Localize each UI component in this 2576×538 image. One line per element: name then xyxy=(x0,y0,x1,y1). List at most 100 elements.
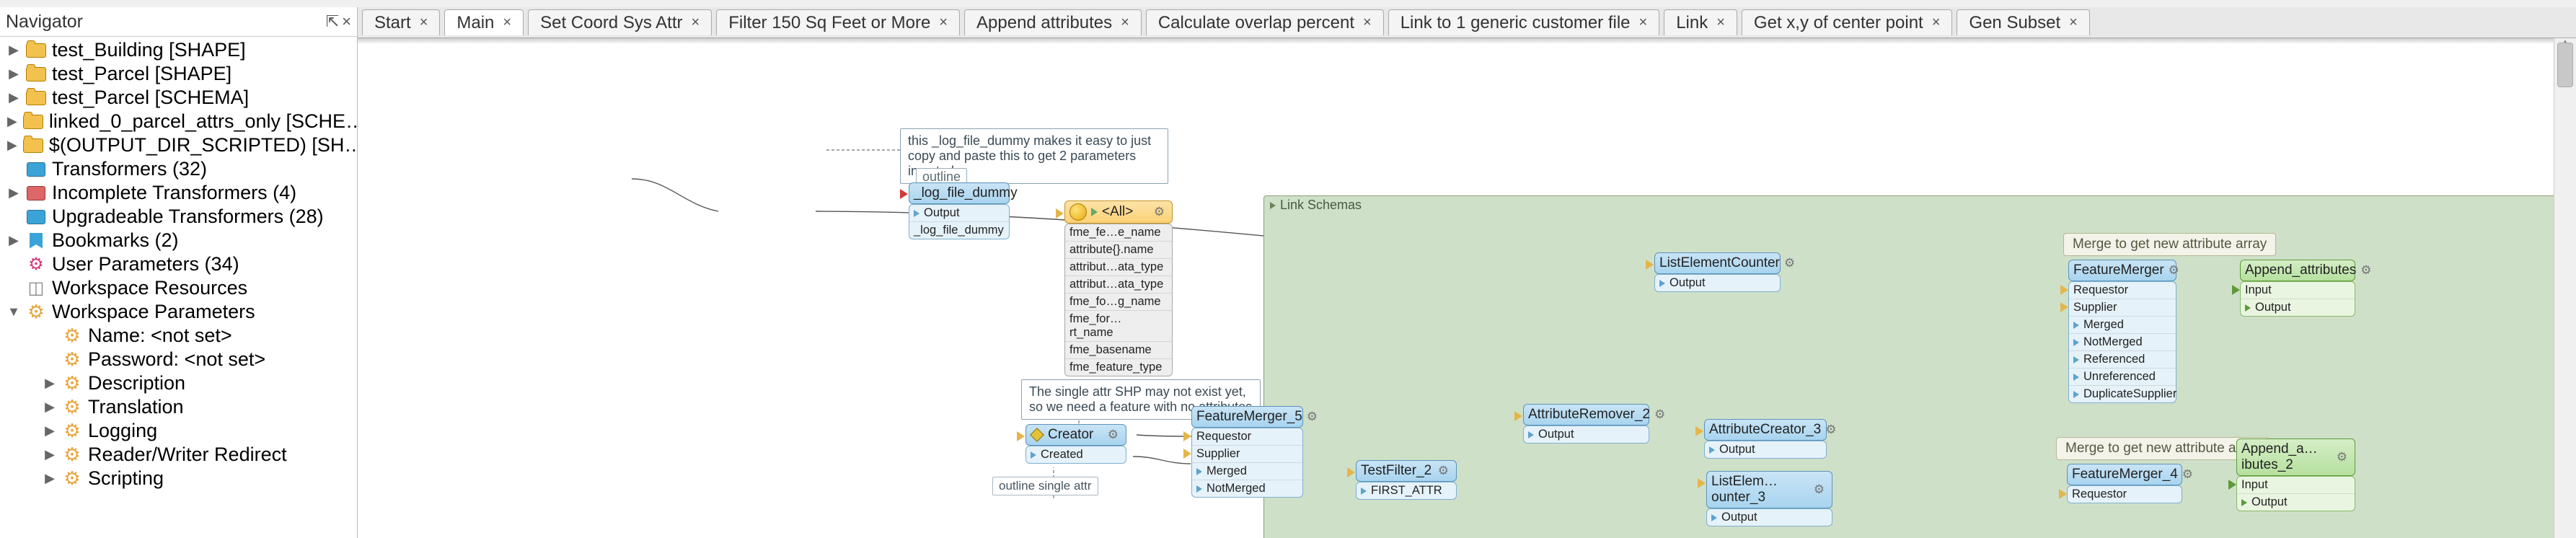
nav-item-ws-resources[interactable]: ▶ ◫ Workspace Resources xyxy=(0,276,357,300)
nav-item-parcel-schema[interactable]: ▶ test_Parcel [SCHEMA] xyxy=(0,86,357,110)
input-port-icon[interactable] xyxy=(1017,431,1025,441)
nav-item-building[interactable]: ▶ test_Building [SHAPE] xyxy=(0,38,357,62)
port-first-attr[interactable]: FIRST_ATTR xyxy=(1357,482,1456,499)
collapse-arrow-icon[interactable]: ▼ xyxy=(7,304,20,319)
expand-arrow-icon[interactable]: ▶ xyxy=(7,90,20,105)
input-port-icon[interactable] xyxy=(1347,467,1355,477)
bookmark-link-schemas[interactable]: Link Schemas xyxy=(1263,195,2558,538)
node-all[interactable]: <All> ⚙ fme_fe…e_name attribute{}.name a… xyxy=(1064,200,1173,376)
input-port-icon[interactable] xyxy=(1514,411,1522,421)
port-notmerged[interactable]: NotMerged xyxy=(2069,334,2176,351)
tab-setcoord[interactable]: Set Coord Sys Attr × xyxy=(528,9,712,35)
tab-append-attrs[interactable]: Append attributes × xyxy=(964,9,1142,35)
port[interactable]: fme_feature_type xyxy=(1065,359,1172,376)
expand-arrow-icon[interactable]: ▶ xyxy=(43,376,56,391)
input-port-icon[interactable] xyxy=(1698,478,1706,488)
vertical-scrollbar[interactable]: ˄ xyxy=(2554,38,2576,538)
port-output[interactable]: Output xyxy=(909,205,1009,222)
nav-item-incomplete-tf[interactable]: ▶ Incomplete Transformers (4) xyxy=(0,181,357,205)
node-feature-merger[interactable]: FeatureMerger ⚙ Requestor Supplier Merge… xyxy=(2068,260,2176,403)
nav-item-ws-logging[interactable]: ▶ ⚙ Logging xyxy=(0,419,357,443)
tab-filter150[interactable]: Filter 150 Sq Feet or More × xyxy=(716,9,960,35)
nav-item-ws-name[interactable]: ▶ ⚙ Name: <not set> xyxy=(0,324,357,348)
port-supplier[interactable]: Supplier xyxy=(1192,446,1302,463)
close-icon[interactable]: × xyxy=(503,14,511,31)
nav-item-upgradeable-tf[interactable]: ▶ Upgradeable Transformers (28) xyxy=(0,205,357,229)
tab-overlap[interactable]: Calculate overlap percent × xyxy=(1146,9,1384,35)
nav-item-bookmarks[interactable]: ▶ Bookmarks (2) xyxy=(0,229,357,252)
nav-item-ws-params[interactable]: ▼ ⚙ Workspace Parameters xyxy=(0,300,357,324)
expand-arrow-icon[interactable]: ▶ xyxy=(7,185,20,200)
node-list-element-counter-3[interactable]: ListElem…ounter_3 ⚙ Output xyxy=(1706,471,1832,526)
node-test-filter-2[interactable]: TestFilter_2 ⚙ FIRST_ATTR xyxy=(1356,460,1457,500)
gear-icon[interactable]: ⚙ xyxy=(2182,467,2193,482)
gear-icon[interactable]: ⚙ xyxy=(1784,256,1795,270)
tab-start[interactable]: Start × xyxy=(362,9,440,35)
expand-arrow-icon[interactable]: ▶ xyxy=(43,447,56,462)
expand-arrow-icon[interactable]: ▶ xyxy=(43,471,56,486)
tab-link-generic[interactable]: Link to 1 generic customer file × xyxy=(1388,9,1660,35)
port-notmerged[interactable]: NotMerged xyxy=(1192,480,1302,497)
nav-item-user-params[interactable]: ▶ ⚙ User Parameters (34) xyxy=(0,252,357,276)
port[interactable]: attribut…ata_type xyxy=(1065,276,1172,294)
port-output[interactable]: Output xyxy=(1524,426,1649,443)
input-port-icon[interactable] xyxy=(900,189,908,199)
port-created[interactable]: Created xyxy=(1026,446,1126,463)
nav-item-ws-desc[interactable]: ▶ ⚙ Description xyxy=(0,371,357,395)
nav-item-ws-scripting[interactable]: ▶ ⚙ Scripting xyxy=(0,467,357,490)
port-unreferenced[interactable]: Unreferenced xyxy=(2069,369,2176,386)
close-icon[interactable]: × xyxy=(1716,14,1725,31)
undock-icon[interactable]: ⇱ xyxy=(326,12,339,31)
close-icon[interactable]: × xyxy=(1363,14,1372,31)
port-input[interactable]: Input xyxy=(2241,282,2355,299)
close-icon[interactable]: × xyxy=(342,12,351,31)
port-merged[interactable]: Merged xyxy=(2069,317,2176,334)
tab-gensubset[interactable]: Gen Subset × xyxy=(1957,9,2089,35)
port-duplicate[interactable]: DuplicateSupplier xyxy=(2069,386,2176,402)
gear-icon[interactable]: ⚙ xyxy=(1825,423,1836,437)
port-requestor[interactable]: Requestor xyxy=(2068,486,2182,503)
navigator-tree[interactable]: ▶ test_Building [SHAPE] ▶ test_Parcel [S… xyxy=(0,37,357,538)
expand-arrow-icon[interactable]: ▶ xyxy=(43,400,56,415)
workflow-canvas[interactable]: this _log_file_dummy makes it easy to ju… xyxy=(358,38,2576,538)
node-log-file-dummy[interactable]: _log_file_dummy Output _log_file_dummy xyxy=(909,182,1010,239)
input-port-icon[interactable] xyxy=(1695,426,1703,436)
port-output[interactable]: Output xyxy=(1705,441,1826,458)
close-icon[interactable]: × xyxy=(2069,14,2078,31)
expand-arrow-icon[interactable]: ▶ xyxy=(7,233,20,248)
close-icon[interactable]: × xyxy=(1121,14,1129,31)
tab-link[interactable]: Link × xyxy=(1664,9,1737,35)
port-merged[interactable]: Merged xyxy=(1192,463,1302,480)
port-output[interactable]: Output xyxy=(1707,509,1832,526)
gear-icon[interactable]: ⚙ xyxy=(2360,263,2371,278)
expand-arrow-icon[interactable]: ▶ xyxy=(7,138,17,153)
annotation-merge-1[interactable]: Merge to get new attribute array xyxy=(2063,233,2276,256)
port[interactable]: attribute{}.name xyxy=(1065,242,1172,259)
node-feature-merger-4[interactable]: FeatureMerger_4 ⚙ Requestor xyxy=(2067,464,2182,503)
port-log-file-dummy[interactable]: _log_file_dummy xyxy=(909,222,1009,239)
port-requestor[interactable]: Requestor xyxy=(1192,428,1302,446)
port[interactable]: fme_basename xyxy=(1065,342,1172,359)
port-output[interactable]: Output xyxy=(2241,299,2355,316)
port-output[interactable]: Output xyxy=(1655,275,1780,291)
close-icon[interactable]: × xyxy=(420,14,428,31)
port[interactable]: fme_fe…e_name xyxy=(1065,224,1172,242)
gear-icon[interactable]: ⚙ xyxy=(1438,464,1449,478)
gear-icon[interactable]: ⚙ xyxy=(1154,205,1165,219)
gear-icon[interactable]: ⚙ xyxy=(1108,428,1119,442)
gear-icon[interactable]: ⚙ xyxy=(1814,482,1825,497)
close-icon[interactable]: × xyxy=(692,14,700,31)
input-port-icon[interactable] xyxy=(1056,208,1064,219)
port-input[interactable]: Input xyxy=(2237,477,2355,494)
node-creator[interactable]: Creator ⚙ Created xyxy=(1025,424,1126,464)
gear-icon[interactable]: ⚙ xyxy=(1654,407,1665,422)
expand-arrow-icon[interactable]: ▶ xyxy=(7,114,17,129)
annotation-outline-single[interactable]: outline single attr xyxy=(992,477,1098,495)
nav-item-parcel-shape[interactable]: ▶ test_Parcel [SHAPE] xyxy=(0,62,357,86)
input-port-icon[interactable] xyxy=(1646,260,1654,270)
tab-main[interactable]: Main × xyxy=(444,9,524,35)
gear-icon[interactable]: ⚙ xyxy=(1307,410,1318,424)
close-icon[interactable]: × xyxy=(939,14,948,31)
scrollbar-thumb[interactable] xyxy=(2557,43,2573,87)
nav-item-ws-redirect[interactable]: ▶ ⚙ Reader/Writer Redirect xyxy=(0,443,357,467)
